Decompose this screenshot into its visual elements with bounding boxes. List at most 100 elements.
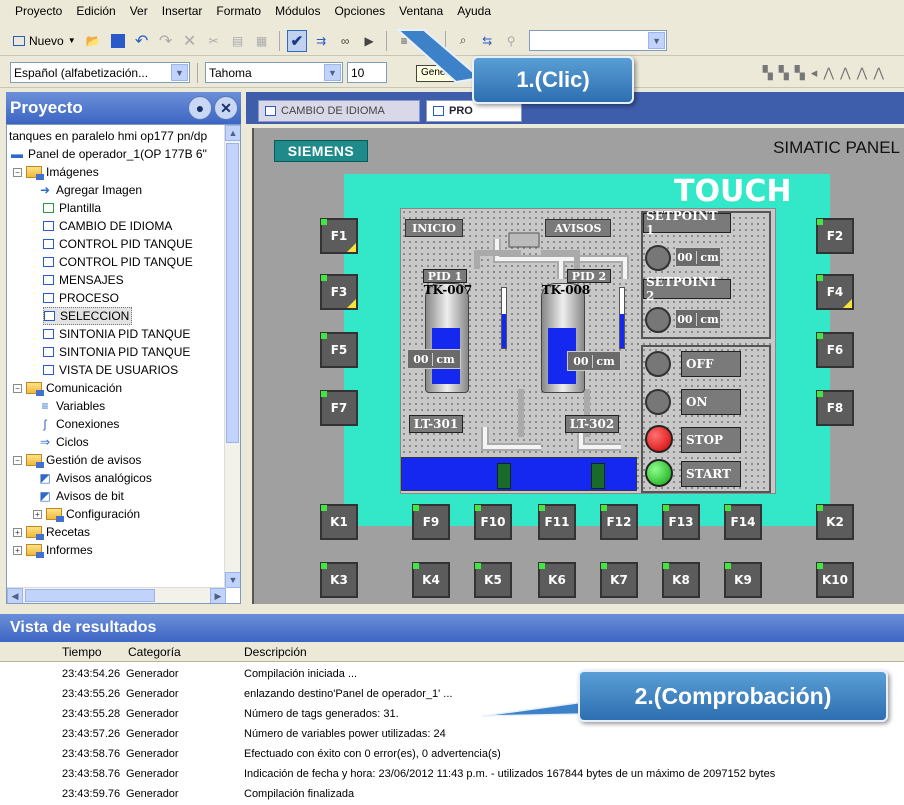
- start-lamp-icon[interactable]: [645, 459, 673, 487]
- tree-variables[interactable]: ≡ Variables: [37, 397, 105, 415]
- key-f14[interactable]: F14: [724, 504, 762, 540]
- key-f8[interactable]: F8: [816, 390, 854, 426]
- hmi-alarms-button[interactable]: AVISOS: [545, 219, 611, 237]
- key-f2[interactable]: F2: [816, 218, 854, 254]
- tree-screen-item[interactable]: PROCESO: [43, 289, 119, 307]
- tree-connections[interactable]: ʃ Conexiones: [37, 415, 120, 433]
- generate-button[interactable]: ✔: [286, 29, 308, 52]
- menu-proyecto[interactable]: Proyecto: [8, 4, 69, 18]
- copy-button[interactable]: ▤: [228, 30, 248, 52]
- font-select[interactable]: Tahoma ▼: [205, 62, 343, 83]
- screen-editor-canvas[interactable]: SIEMENS SIMATIC PANEL TOUCH F1 F3 F5 F7 …: [252, 128, 904, 604]
- tree-screen-item[interactable]: CONTROL PID TANQUE: [43, 253, 193, 271]
- scroll-down-icon[interactable]: ▼: [225, 572, 240, 588]
- menu-ayuda[interactable]: Ayuda: [450, 4, 498, 18]
- paste-button[interactable]: ▦: [252, 30, 272, 52]
- start-button[interactable]: START: [681, 461, 741, 487]
- key-f10[interactable]: F10: [474, 504, 512, 540]
- menu-ver[interactable]: Ver: [123, 4, 155, 18]
- tank-tk007[interactable]: [425, 283, 469, 393]
- distribute-tool-icon[interactable]: ⋀: [857, 65, 868, 81]
- font-size-select[interactable]: 10: [347, 62, 387, 83]
- table-row[interactable]: 23:43:59.76 Generador Compilación finaliza…: [0, 786, 904, 804]
- filter-button[interactable]: ⚲: [501, 30, 521, 52]
- tree-screen-item[interactable]: SINTONIA PID TANQUE: [43, 343, 190, 361]
- undo-button[interactable]: ↶: [132, 30, 152, 52]
- key-k3[interactable]: K3: [320, 562, 358, 598]
- column-category[interactable]: Categoría: [128, 645, 181, 659]
- key-f13[interactable]: F13: [662, 504, 700, 540]
- table-row[interactable]: 23:43:58.76 Generador Indicación de fecha …: [0, 766, 904, 784]
- tree-cycles[interactable]: ⇒ Ciclos: [37, 433, 89, 451]
- align-tool-icon[interactable]: ▚: [763, 65, 773, 81]
- collapse-icon[interactable]: −: [13, 383, 22, 393]
- scroll-up-icon[interactable]: ▲: [225, 125, 240, 141]
- key-f12[interactable]: F12: [600, 504, 638, 540]
- tree-horizontal-scrollbar[interactable]: ◀ ▶: [7, 587, 226, 603]
- distribute-tool-icon[interactable]: ⋀: [823, 65, 834, 81]
- scroll-left-icon[interactable]: ◀: [7, 588, 23, 603]
- expand-icon[interactable]: +: [13, 545, 22, 555]
- align-tool-icon[interactable]: ◂: [811, 65, 818, 81]
- key-f6[interactable]: F6: [816, 332, 854, 368]
- tree-vertical-scrollbar[interactable]: ▲ ▼: [224, 125, 240, 588]
- tree-configuration-folder[interactable]: + Configuración: [33, 505, 140, 523]
- align-tool-icon[interactable]: ▚: [779, 65, 789, 81]
- menu-formato[interactable]: Formato: [209, 4, 268, 18]
- level1-io-field[interactable]: 00 cm: [407, 349, 461, 369]
- tree-template[interactable]: Plantilla: [43, 199, 101, 217]
- tree-screen-item[interactable]: CAMBIO DE IDIOMA: [43, 217, 172, 235]
- redo-button[interactable]: ↷: [156, 30, 176, 52]
- key-f9[interactable]: F9: [412, 504, 450, 540]
- connect-button[interactable]: ∞: [335, 30, 355, 52]
- object-select[interactable]: ▼: [529, 30, 668, 51]
- menu-edicion[interactable]: Edición: [69, 4, 122, 18]
- tree-project-root[interactable]: tanques en paralelo hmi op177 pn/dp: [9, 127, 207, 145]
- transfer-button[interactable]: ⇉: [311, 30, 331, 52]
- delete-button[interactable]: ✕: [180, 30, 200, 52]
- expand-icon[interactable]: +: [13, 527, 22, 537]
- menu-insertar[interactable]: Insertar: [155, 4, 210, 18]
- save-button[interactable]: [108, 30, 128, 52]
- stop-button[interactable]: STOP: [681, 427, 741, 453]
- tree-analog-alarms[interactable]: ◩ Avisos analógicos: [37, 469, 152, 487]
- key-f11[interactable]: F11: [538, 504, 576, 540]
- tree-screen-item-selected[interactable]: SELECCION: [43, 307, 133, 325]
- scroll-right-icon[interactable]: ▶: [210, 588, 226, 603]
- key-f7[interactable]: F7: [320, 390, 358, 426]
- column-time[interactable]: Tiempo: [62, 645, 102, 659]
- pump-2-icon[interactable]: [591, 463, 605, 489]
- level2-io-field[interactable]: 00 cm: [567, 351, 621, 371]
- key-k9[interactable]: K9: [724, 562, 762, 598]
- menu-ventana[interactable]: Ventana: [392, 4, 450, 18]
- hmi-screen[interactable]: INICIO AVISOS PID 1 PID 2 TK-007 TK-008 …: [400, 208, 776, 494]
- key-k4[interactable]: K4: [412, 562, 450, 598]
- language-select[interactable]: Español (alfabetización... ▼: [10, 62, 190, 83]
- setpoint2-io-field[interactable]: 00 cm: [675, 309, 721, 329]
- key-k5[interactable]: K5: [474, 562, 512, 598]
- tree-hscroll-thumb[interactable]: [25, 589, 155, 602]
- key-f4[interactable]: F4: [816, 274, 854, 310]
- tree-screen-item[interactable]: SINTONIA PID TANQUE: [43, 325, 190, 343]
- tree-operator-panel[interactable]: ▬ Panel de operador_1(OP 177B 6": [9, 145, 207, 163]
- menu-opciones[interactable]: Opciones: [327, 4, 392, 18]
- tree-screen-item[interactable]: VISTA DE USUARIOS: [43, 361, 178, 379]
- pump-1-icon[interactable]: [497, 463, 511, 489]
- collapse-icon[interactable]: −: [13, 455, 22, 465]
- key-f1[interactable]: F1: [320, 218, 358, 254]
- align-tool-icon[interactable]: ▚: [795, 65, 805, 81]
- setpoint1-io-field[interactable]: 00 cm: [675, 247, 721, 267]
- new-button[interactable]: Nuevo ▼: [10, 30, 79, 52]
- key-k7[interactable]: K7: [600, 562, 638, 598]
- table-row[interactable]: 23:43:57.26 Generador Número de variables …: [0, 726, 904, 744]
- open-button[interactable]: 📂: [83, 30, 104, 52]
- tree-images-folder[interactable]: − Imágenes: [13, 163, 99, 181]
- key-f5[interactable]: F5: [320, 332, 358, 368]
- stop-lamp-icon[interactable]: [645, 425, 673, 453]
- tree-bit-alarms[interactable]: ◩ Avisos de bit: [37, 487, 124, 505]
- pin-button[interactable]: ●: [188, 96, 212, 120]
- simulate-button[interactable]: ▶: [359, 30, 379, 52]
- tree-reports-folder[interactable]: + Informes: [13, 541, 93, 559]
- key-k10[interactable]: K10: [816, 562, 854, 598]
- tree-add-image[interactable]: ➜ Agregar Imagen: [37, 181, 142, 199]
